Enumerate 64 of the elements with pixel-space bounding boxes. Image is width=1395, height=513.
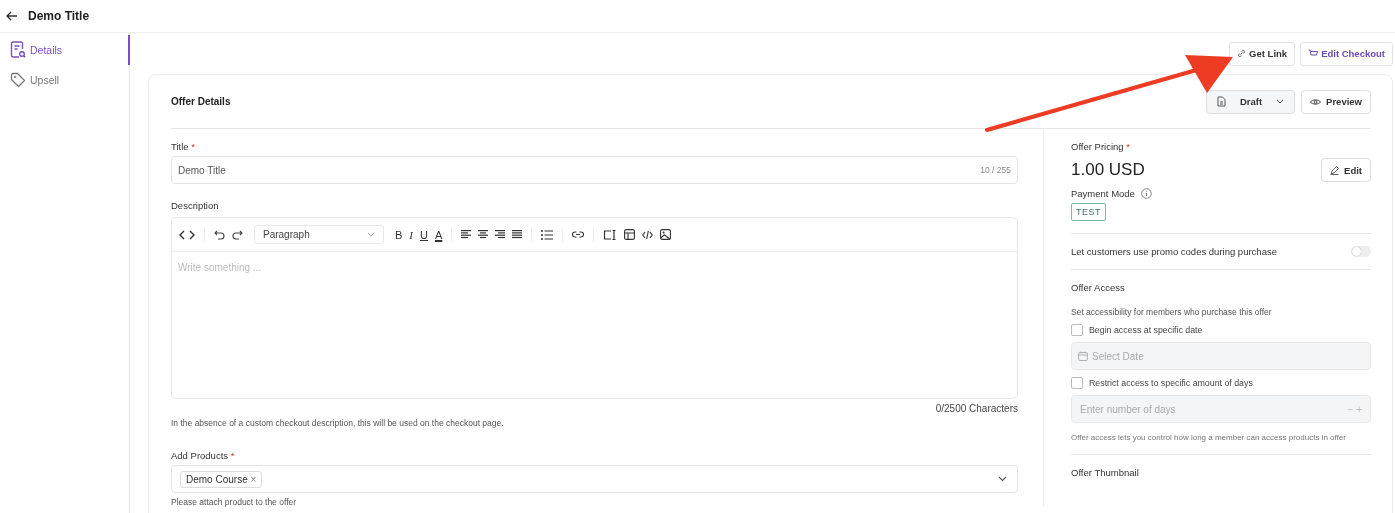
- link-icon: [1237, 49, 1247, 58]
- section-subtitle: Set accessibility for members who purchase this offer: [1071, 307, 1273, 317]
- title-field[interactable]: Demo Title 10 / 255: [171, 156, 1018, 184]
- code-icon[interactable]: [642, 229, 654, 240]
- price-text: 1.00 USD: [1071, 160, 1145, 180]
- card-title: Offer Details: [171, 96, 231, 107]
- image-icon[interactable]: [660, 229, 672, 240]
- info-icon[interactable]: [1140, 188, 1152, 199]
- get-link-button[interactable]: Get Link: [1229, 41, 1296, 66]
- field-label: Add Products *: [171, 450, 236, 461]
- page-title: Demo Title: [28, 9, 90, 23]
- help-text: Please attach product to the offer: [171, 497, 298, 507]
- field-label: Payment Mode: [1071, 188, 1135, 199]
- field-label: Offer Pricing *: [1071, 141, 1131, 152]
- sidebar-item[interactable]: Upsell: [0, 65, 129, 95]
- help-text: In the absence of a custom checkout description, this will be used on the checkout page.: [171, 418, 505, 428]
- promo-toggle[interactable]: [1351, 246, 1371, 257]
- checkbox-label: Restrict access to specific amount of days: [1089, 378, 1253, 388]
- chevron-down-icon: [367, 232, 375, 237]
- redo-icon[interactable]: [232, 229, 243, 240]
- document-icon: [1216, 96, 1226, 107]
- payment-mode-badge: TEST: [1071, 203, 1106, 221]
- checkbox-label: Begin access at specific date: [1089, 325, 1203, 335]
- align-justify-icon[interactable]: [512, 230, 523, 239]
- status-dropdown[interactable]: Draft: [1205, 89, 1296, 114]
- back-arrow-icon[interactable]: [6, 11, 18, 21]
- character-counter: 0/2500 Characters: [934, 403, 1018, 414]
- section-title: Offer Access: [1071, 282, 1126, 293]
- undo-icon[interactable]: [214, 229, 225, 240]
- align-right-icon[interactable]: [495, 230, 506, 239]
- checkbox[interactable]: [1071, 324, 1083, 336]
- edit-checkout-button[interactable]: Edit Checkout: [1300, 41, 1393, 66]
- calendar-icon: [1078, 351, 1088, 361]
- format-button[interactable]: B: [395, 228, 403, 241]
- checkbox[interactable]: [1071, 377, 1083, 389]
- align-center-icon[interactable]: [478, 230, 489, 239]
- chevron-down-icon: [1276, 99, 1285, 104]
- document-search-icon: [10, 41, 26, 59]
- chevron-down-icon[interactable]: [998, 476, 1007, 482]
- tag-icon: [10, 72, 26, 88]
- paragraph-select[interactable]: Paragraph: [254, 225, 384, 244]
- rich-text-editor[interactable]: Paragraph B I U A Write something ...: [171, 217, 1018, 399]
- format-button[interactable]: A: [434, 228, 443, 241]
- eye-icon: [1310, 97, 1322, 106]
- format-button[interactable]: I: [409, 228, 413, 241]
- field-label: Title *: [171, 141, 196, 152]
- align-left-icon[interactable]: [461, 230, 472, 239]
- format-button[interactable]: U: [420, 228, 428, 241]
- edit-price-button[interactable]: Edit: [1321, 158, 1371, 182]
- products-select[interactable]: Demo Course ×: [171, 465, 1018, 493]
- code-view-icon[interactable]: [179, 229, 195, 240]
- section-title: Offer Thumbnail: [1071, 467, 1140, 478]
- product-chip[interactable]: Demo Course ×: [180, 470, 263, 488]
- preview-button[interactable]: Preview: [1301, 89, 1371, 114]
- text-field-icon[interactable]: [603, 228, 618, 241]
- bullet-list-icon[interactable]: [541, 229, 554, 240]
- cart-icon: [1308, 49, 1319, 58]
- setting-label: Let customers use promo codes during purchase: [1071, 246, 1277, 257]
- field-label: Description: [171, 200, 220, 211]
- help-text: Offer access lets you control how long a member can access products in offer: [1071, 433, 1347, 442]
- sidebar-item[interactable]: Details: [0, 35, 130, 65]
- pencil-icon: [1330, 165, 1340, 175]
- link-icon[interactable]: [572, 231, 585, 238]
- table-icon[interactable]: [624, 229, 636, 240]
